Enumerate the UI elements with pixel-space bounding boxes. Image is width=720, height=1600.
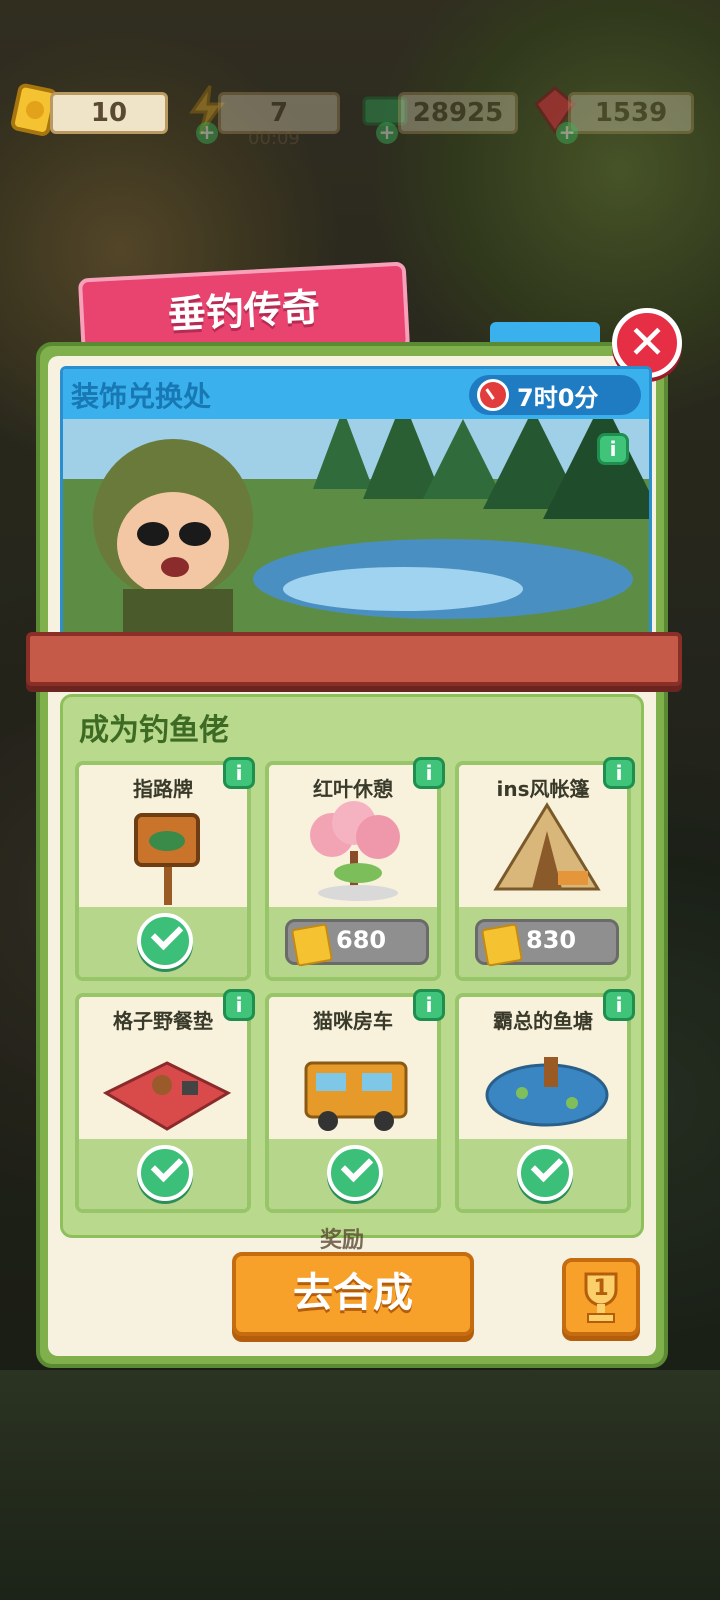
event-timer-text: 7时0分 xyxy=(517,384,599,412)
tent-icon xyxy=(493,802,601,891)
item-info-icon[interactable]: i xyxy=(223,989,255,1021)
item-name: 指路牌 xyxy=(133,777,193,801)
owned-check-icon xyxy=(517,1145,573,1201)
item-footer xyxy=(79,1139,247,1209)
item-info-icon[interactable]: i xyxy=(603,757,635,789)
item-card-signpost[interactable]: 指路牌 xyxy=(75,761,251,981)
cash-counter[interactable]: 28925 xyxy=(398,92,518,134)
wooden-shelf xyxy=(26,632,682,686)
item-info-icon[interactable]: i xyxy=(603,989,635,1021)
gems-counter[interactable]: 1539 xyxy=(568,92,694,134)
price-button[interactable]: 830 xyxy=(475,919,619,967)
item-name: 猫咪房车 xyxy=(313,1009,393,1033)
reward-label: 奖励 xyxy=(320,1228,365,1253)
add-energy-icon[interactable]: + xyxy=(196,122,218,144)
owned-check-icon xyxy=(137,913,193,969)
item-name: ins风帐篷 xyxy=(496,777,590,801)
exchange-banner: 装饰兑换处 7时0分 i xyxy=(60,366,652,642)
price-button[interactable]: 680 xyxy=(285,919,429,967)
section-title: 成为钓鱼佬 xyxy=(79,713,229,748)
signpost-icon xyxy=(134,813,200,905)
energy-timer: 00:09 xyxy=(248,128,300,149)
pink-tree-bench-icon xyxy=(310,801,400,901)
item-footer xyxy=(79,907,247,977)
go-merge-label: 去合成 xyxy=(293,1270,413,1316)
fish-pond-icon xyxy=(485,1057,609,1127)
trophy-count: 1 xyxy=(593,1276,609,1301)
price-value: 680 xyxy=(336,926,387,954)
add-gems-icon[interactable]: + xyxy=(556,122,578,144)
item-footer xyxy=(459,1139,627,1209)
add-cash-icon[interactable]: + xyxy=(376,122,398,144)
owned-check-icon xyxy=(327,1145,383,1201)
trophy-button[interactable]: 1 xyxy=(562,1258,640,1336)
item-name: 霸总的鱼塘 xyxy=(493,1009,593,1033)
collection-section: 成为钓鱼佬 指路牌 i 红叶休憩 680 i ins风帐篷 830 i 格子野餐… xyxy=(60,694,644,1238)
tickets-counter[interactable]: 10 xyxy=(50,92,168,134)
ticket-icon xyxy=(290,923,334,967)
price-value: 830 xyxy=(526,926,577,954)
picnic-mat-icon xyxy=(102,1061,232,1131)
camper-van-icon xyxy=(304,1061,408,1131)
item-name: 红叶休憩 xyxy=(313,777,393,801)
item-footer xyxy=(269,1139,437,1209)
ticket-icon xyxy=(480,923,524,967)
item-info-icon[interactable]: i xyxy=(413,757,445,789)
item-card-red-leaf-rest[interactable]: 红叶休憩 680 xyxy=(265,761,441,981)
item-card-ins-tent[interactable]: ins风帐篷 830 xyxy=(455,761,631,981)
event-timer: 7时0分 xyxy=(469,375,641,415)
item-footer: 830 xyxy=(459,907,627,977)
banner-title: 装饰兑换处 xyxy=(71,380,212,413)
item-name: 格子野餐垫 xyxy=(113,1009,213,1033)
go-merge-button[interactable]: 去合成 xyxy=(232,1252,474,1336)
item-card-cat-rv[interactable]: 猫咪房车 xyxy=(265,993,441,1213)
item-footer: 680 xyxy=(269,907,437,977)
item-info-icon[interactable]: i xyxy=(413,989,445,1021)
owned-check-icon xyxy=(137,1145,193,1201)
background-scene-bottom xyxy=(0,1370,720,1600)
item-card-boss-pond[interactable]: 霸总的鱼塘 xyxy=(455,993,631,1213)
clock-icon xyxy=(477,379,509,411)
item-info-icon[interactable]: i xyxy=(223,757,255,789)
item-card-picnic-mat[interactable]: 格子野餐垫 xyxy=(75,993,251,1213)
banner-info-icon[interactable]: i xyxy=(597,433,629,465)
